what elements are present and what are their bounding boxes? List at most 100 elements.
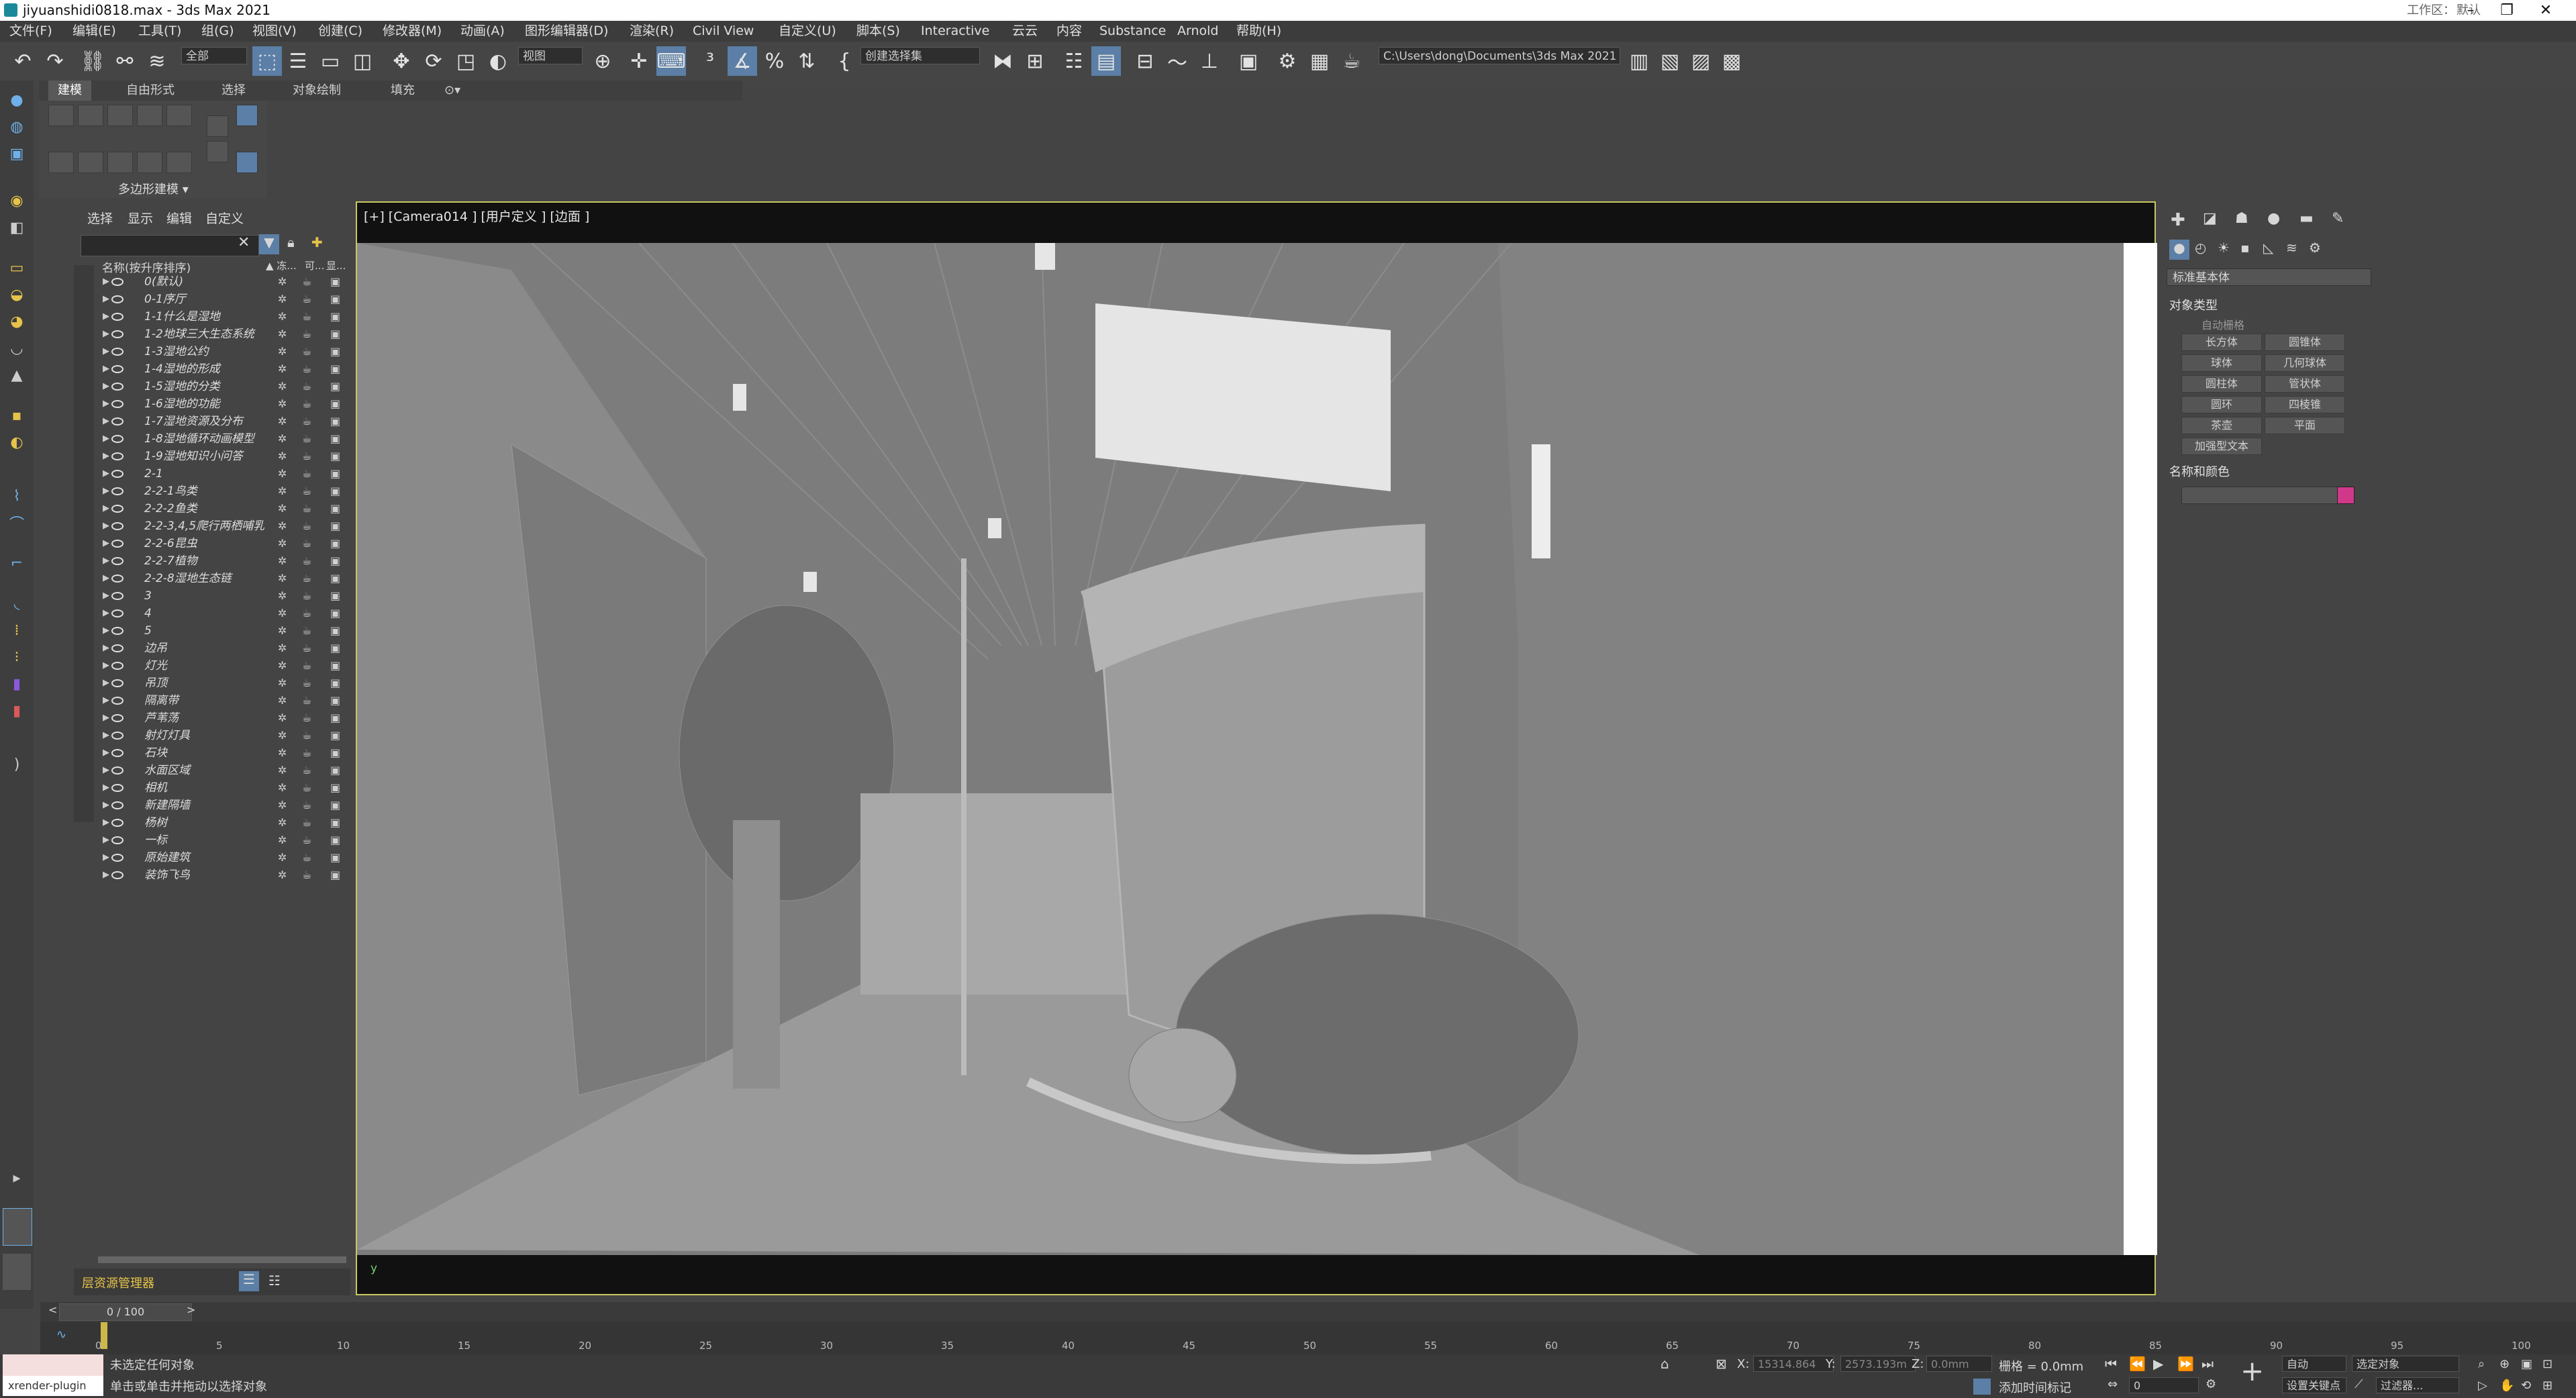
renderable-icon[interactable]: ☕ [302, 587, 311, 605]
lights-icon[interactable]: ☀ [2218, 240, 2230, 256]
percent-snap-icon[interactable]: % [760, 46, 789, 76]
explorer-tab-edit[interactable]: 编辑 [166, 209, 192, 227]
isolate-selection-icon[interactable]: ⌂ [1661, 1356, 1669, 1372]
camera-viewport[interactable]: [+] [Camera014 ] [用户定义 ] [边面 ] y [356, 201, 2157, 1295]
edit-named-selection-icon[interactable]: { [830, 46, 859, 76]
eye-icon[interactable] [111, 505, 123, 513]
freeze-icon[interactable]: ✲ [278, 779, 287, 797]
eye-icon[interactable] [111, 330, 123, 338]
renderable-icon[interactable]: ☕ [302, 570, 311, 587]
ribbon-tab-freeform[interactable]: 自由形式 [126, 81, 175, 101]
key-mode-icon[interactable]: ⇔ [2108, 1377, 2118, 1391]
display-box-icon[interactable]: ▣ [330, 675, 340, 692]
next-frame-icon[interactable]: > [187, 1303, 195, 1316]
layer-name[interactable]: 石块 [144, 744, 167, 762]
eye-icon[interactable] [111, 522, 123, 530]
renderable-icon[interactable]: ☕ [302, 535, 311, 552]
cone-button[interactable]: 圆锥体 [2265, 334, 2345, 351]
expand-arrow-icon[interactable]: ▶ [103, 483, 109, 500]
expand-arrow-icon[interactable]: ▶ [103, 360, 109, 378]
pan-view-icon[interactable]: ✋ [2499, 1379, 2514, 1393]
mirror-icon[interactable]: ⧓ [988, 46, 1018, 76]
eye-icon[interactable] [111, 383, 123, 391]
display-box-icon[interactable]: ▣ [330, 552, 340, 570]
expand-arrow-icon[interactable]: ▶ [103, 343, 109, 360]
schematic-view-icon[interactable]: ⊥ [1195, 46, 1224, 76]
renderable-icon[interactable]: ☕ [302, 622, 311, 640]
object-category-select[interactable]: 标准基本体 [2167, 268, 2371, 286]
freeze-icon[interactable]: ✲ [278, 273, 287, 291]
layer-name[interactable]: 1-4湿地的形成 [144, 360, 220, 378]
renderable-icon[interactable]: ☕ [302, 640, 311, 657]
select-object-icon[interactable]: ⬚ [252, 46, 282, 76]
maximize-viewport-icon[interactable]: ⊞ [2542, 1379, 2553, 1393]
ribbon-toggle-button[interactable] [236, 105, 258, 126]
project-settings-icon[interactable]: ▨ [1686, 46, 1716, 76]
display-box-icon[interactable]: ▣ [330, 448, 340, 465]
geometry-icon[interactable]: ● [2169, 240, 2189, 260]
eye-icon[interactable] [111, 697, 123, 705]
expand-arrow-icon[interactable]: ▶ [103, 430, 109, 448]
renderable-icon[interactable]: ☕ [302, 675, 311, 692]
window-crossing-icon[interactable]: ◫ [348, 46, 377, 76]
display-box-icon[interactable]: ▣ [330, 517, 340, 535]
layer-name[interactable]: 5 [144, 622, 152, 640]
layer-name[interactable]: 0(默认) [144, 273, 183, 291]
layer-row[interactable]: ▶ 1-6湿地的功能 ✲ ☕ ▣ [74, 395, 350, 413]
ribbon-button[interactable] [48, 105, 74, 126]
display-box-icon[interactable]: ▣ [330, 692, 340, 709]
scene-explorer-icon[interactable]: ☷ [268, 1272, 281, 1289]
freeze-icon[interactable]: ✲ [278, 500, 287, 517]
menu-content[interactable]: 内容 [1056, 21, 1082, 42]
display-box-icon[interactable]: ▣ [330, 622, 340, 640]
eye-icon[interactable] [111, 784, 123, 792]
workspace-icon[interactable]: ▩ [1717, 46, 1746, 76]
display-box-icon[interactable]: ▣ [330, 657, 340, 675]
display-box-icon[interactable]: ▣ [330, 797, 340, 814]
display-box-icon[interactable]: ▣ [330, 291, 340, 308]
expand-arrow-icon[interactable]: ▶ [103, 622, 109, 640]
layer-explorer-icon[interactable]: ☰ [239, 1271, 259, 1291]
sphere-button[interactable]: 球体 [2181, 354, 2262, 372]
eye-icon[interactable] [111, 435, 123, 443]
eye-icon[interactable] [111, 575, 123, 583]
eye-icon[interactable] [111, 627, 123, 635]
ribbon-options-icon[interactable]: ⊙▾ [444, 81, 460, 101]
layer-name[interactable]: 灯光 [144, 657, 167, 675]
renderable-icon[interactable]: ☕ [302, 500, 311, 517]
display-box-icon[interactable]: ▣ [330, 762, 340, 779]
eye-icon[interactable] [111, 749, 123, 757]
renderable-icon[interactable]: ☕ [302, 605, 311, 622]
lock-icon[interactable]: 🔒︎ [287, 234, 295, 250]
expand-arrow-icon[interactable]: ▶ [103, 797, 109, 814]
freeze-icon[interactable]: ✲ [278, 430, 287, 448]
renderable-icon[interactable]: ☕ [302, 291, 311, 308]
display-box-icon[interactable]: ▣ [330, 570, 340, 587]
hierarchy-tool-icon[interactable]: ▣ [5, 144, 28, 164]
layer-row[interactable]: ▶ 0(默认) ✲ ☕ ▣ [74, 273, 350, 291]
renderable-icon[interactable]: ☕ [302, 430, 311, 448]
eye-icon[interactable] [111, 871, 123, 879]
new-layer-icon[interactable]: ✚ [311, 234, 323, 250]
explorer-search-input[interactable] [81, 235, 259, 256]
named-selection-set-select[interactable]: 创建选择集 [860, 47, 980, 64]
zoom-extents-all-icon[interactable]: ⊡ [2542, 1357, 2553, 1371]
eye-icon[interactable] [111, 766, 123, 775]
freeze-icon[interactable]: ✲ [278, 413, 287, 430]
explorer-tab-display[interactable]: 显示 [128, 209, 153, 227]
layer-name[interactable]: 1-7湿地资源及分布 [144, 413, 243, 430]
layer-row[interactable]: ▶ 隔离带 ✲ ☕ ▣ [74, 692, 350, 709]
eye-icon[interactable] [111, 470, 123, 478]
rotate-icon[interactable]: ⟳ [419, 46, 448, 76]
freeze-icon[interactable]: ✲ [278, 727, 287, 744]
layer-row[interactable]: ▶ 1-2地球三大生态系统 ✲ ☕ ▣ [74, 326, 350, 343]
freeze-icon[interactable]: ✲ [278, 535, 287, 552]
freeze-icon[interactable]: ✲ [278, 343, 287, 360]
box-button[interactable]: 长方体 [2181, 334, 2262, 351]
eye-icon[interactable] [111, 557, 123, 565]
torus-button[interactable]: 圆环 [2181, 396, 2262, 413]
expand-arrow-icon[interactable]: ▶ [103, 814, 109, 832]
freeze-icon[interactable]: ✲ [278, 308, 287, 326]
layer-row[interactable]: ▶ 2-2-1鸟类 ✲ ☕ ▣ [74, 483, 350, 500]
renderable-icon[interactable]: ☕ [302, 797, 311, 814]
